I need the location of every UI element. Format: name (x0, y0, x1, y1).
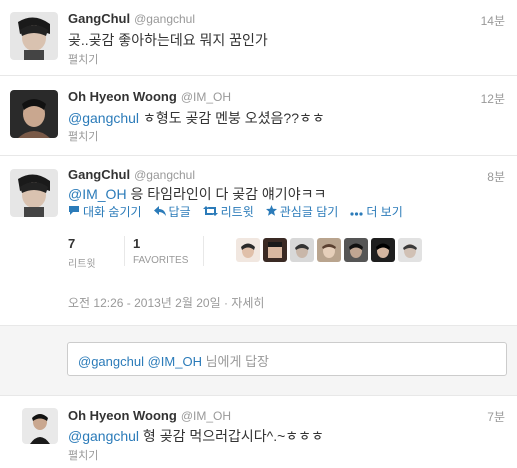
reply-button[interactable]: 답글 (153, 203, 191, 220)
reply-box: @gangchul @IM_OH 님에게 답장 (0, 326, 517, 396)
reply-placeholder: 님에게 답장 (205, 354, 270, 369)
tweet-timestamp[interactable]: 12분 (481, 90, 505, 107)
action-label: 답글 (168, 205, 191, 219)
separator: · (220, 296, 232, 310)
retweeter-avatar[interactable] (398, 238, 422, 262)
retweet-count: 7 (68, 236, 76, 251)
divider (203, 236, 204, 266)
action-label: 더 보기 (366, 205, 403, 219)
tweet-timestamp[interactable]: 8분 (487, 168, 505, 185)
tweet-text: @gangchul 형 곶감 먹으러갑시다^.~ㅎㅎㅎ (68, 426, 324, 446)
author-name[interactable]: GangChul @gangchul (68, 167, 195, 182)
tweet-timestamp[interactable]: 14분 (481, 12, 505, 29)
author-name[interactable]: Oh Hyeon Woong @IM_OH (68, 408, 231, 423)
favorite-stat[interactable]: 1 FAVORITES (133, 236, 203, 266)
retweet-stat[interactable]: 7 리트윗 (68, 236, 124, 270)
retweet-icon (202, 205, 218, 219)
retweet-label: 리트윗 (68, 259, 96, 270)
expanded-tweet[interactable]: GangChul @gangchul 8분 @IM_OH 응 타임라인이 다 곶감… (0, 156, 517, 326)
reply-mention: @IM_OH (147, 354, 202, 369)
reply-mention: @gangchul (78, 354, 144, 369)
favorite-count: 1 (133, 236, 141, 251)
display-name[interactable]: Oh Hyeon Woong (68, 408, 177, 423)
display-name[interactable]: GangChul (68, 167, 130, 182)
hide-conversation-button[interactable]: 대화 숨기기 (68, 203, 142, 220)
favorite-button[interactable]: 관심글 담기 (265, 203, 339, 220)
user-handle[interactable]: @IM_OH (181, 409, 231, 423)
tweet-timestamp[interactable]: 7분 (487, 408, 505, 425)
action-label: 관심글 담기 (279, 205, 339, 219)
retweet-button[interactable]: 리트윗 (202, 203, 254, 220)
details-link[interactable]: 자세히 (231, 296, 264, 310)
retweeter-avatar[interactable] (263, 238, 287, 262)
tweet-item[interactable]: Oh Hyeon Woong @IM_OH 12분 @gangchul ㅎ형도 곶… (0, 76, 517, 156)
reply-input[interactable]: @gangchul @IM_OH 님에게 답장 (67, 342, 507, 376)
display-name[interactable]: Oh Hyeon Woong (68, 89, 177, 104)
retweeter-avatar[interactable] (371, 238, 395, 262)
tweet-text: @IM_OH 응 타임라인이 다 곶감 얘기야ㅋㅋ (68, 184, 326, 204)
mention-link[interactable]: @IM_OH (68, 186, 127, 202)
tweet-item[interactable]: Oh Hyeon Woong @IM_OH 7분 @gangchul 형 곶감 먹… (0, 396, 517, 468)
expand-link[interactable]: 펼치기 (68, 128, 98, 144)
user-handle[interactable]: @gangchul (134, 12, 195, 26)
action-label: 리트윗 (220, 205, 254, 219)
favorite-label: FAVORITES (133, 255, 189, 266)
tweet-text: 곶..곶감 좋아하는데요 뭐지 꿈인가 (68, 32, 268, 48)
avatar[interactable] (10, 12, 58, 60)
tweet-stats: 7 리트윗 1 FAVORITES (68, 236, 422, 270)
tweet-actions: 대화 숨기기 답글 리트윗 관심글 담기 더 보기 (68, 203, 403, 220)
tweet-date: 오전 12:26 - 2013년 2월 20일 (68, 296, 221, 310)
more-button[interactable]: 더 보기 (350, 203, 403, 220)
retweeter-avatar[interactable] (236, 238, 260, 262)
tweet-text: @gangchul ㅎ형도 곶감 멘붕 오셨음??ㅎㅎ (68, 108, 325, 128)
tweet-body: 응 타임라인이 다 곶감 얘기야ㅋㅋ (126, 186, 327, 202)
avatar[interactable] (10, 169, 58, 217)
retweeter-avatar[interactable] (344, 238, 368, 262)
user-handle[interactable]: @gangchul (134, 168, 195, 182)
retweeter-avatar[interactable] (317, 238, 341, 262)
tweet-date-line: 오전 12:26 - 2013년 2월 20일 · 자세히 (68, 294, 264, 311)
more-dots-icon (350, 205, 363, 219)
author-name[interactable]: GangChul @gangchul (68, 11, 195, 26)
reply-icon (153, 205, 166, 219)
avatar[interactable] (10, 90, 58, 138)
retweeter-avatars (236, 238, 422, 262)
tweet-body: 형 곶감 먹으러갑시다^.~ㅎㅎㅎ (139, 428, 324, 444)
avatar[interactable] (22, 408, 58, 444)
retweeter-avatar[interactable] (290, 238, 314, 262)
user-handle[interactable]: @IM_OH (181, 90, 231, 104)
mention-link[interactable]: @gangchul (68, 110, 139, 126)
star-icon (265, 204, 277, 219)
author-name[interactable]: Oh Hyeon Woong @IM_OH (68, 89, 231, 104)
tweet-item[interactable]: GangChul @gangchul 14분 곶..곶감 좋아하는데요 뭐지 꿈인… (0, 0, 517, 76)
expand-link[interactable]: 펼치기 (68, 447, 98, 463)
mention-link[interactable]: @gangchul (68, 428, 139, 444)
action-label: 대화 숨기기 (83, 205, 142, 219)
tweet-body: ㅎ형도 곶감 멘붕 오셨음??ㅎㅎ (139, 110, 325, 126)
display-name[interactable]: GangChul (68, 11, 130, 26)
conversation-icon (68, 205, 80, 219)
divider (124, 236, 125, 266)
expand-link[interactable]: 펼치기 (68, 51, 98, 67)
